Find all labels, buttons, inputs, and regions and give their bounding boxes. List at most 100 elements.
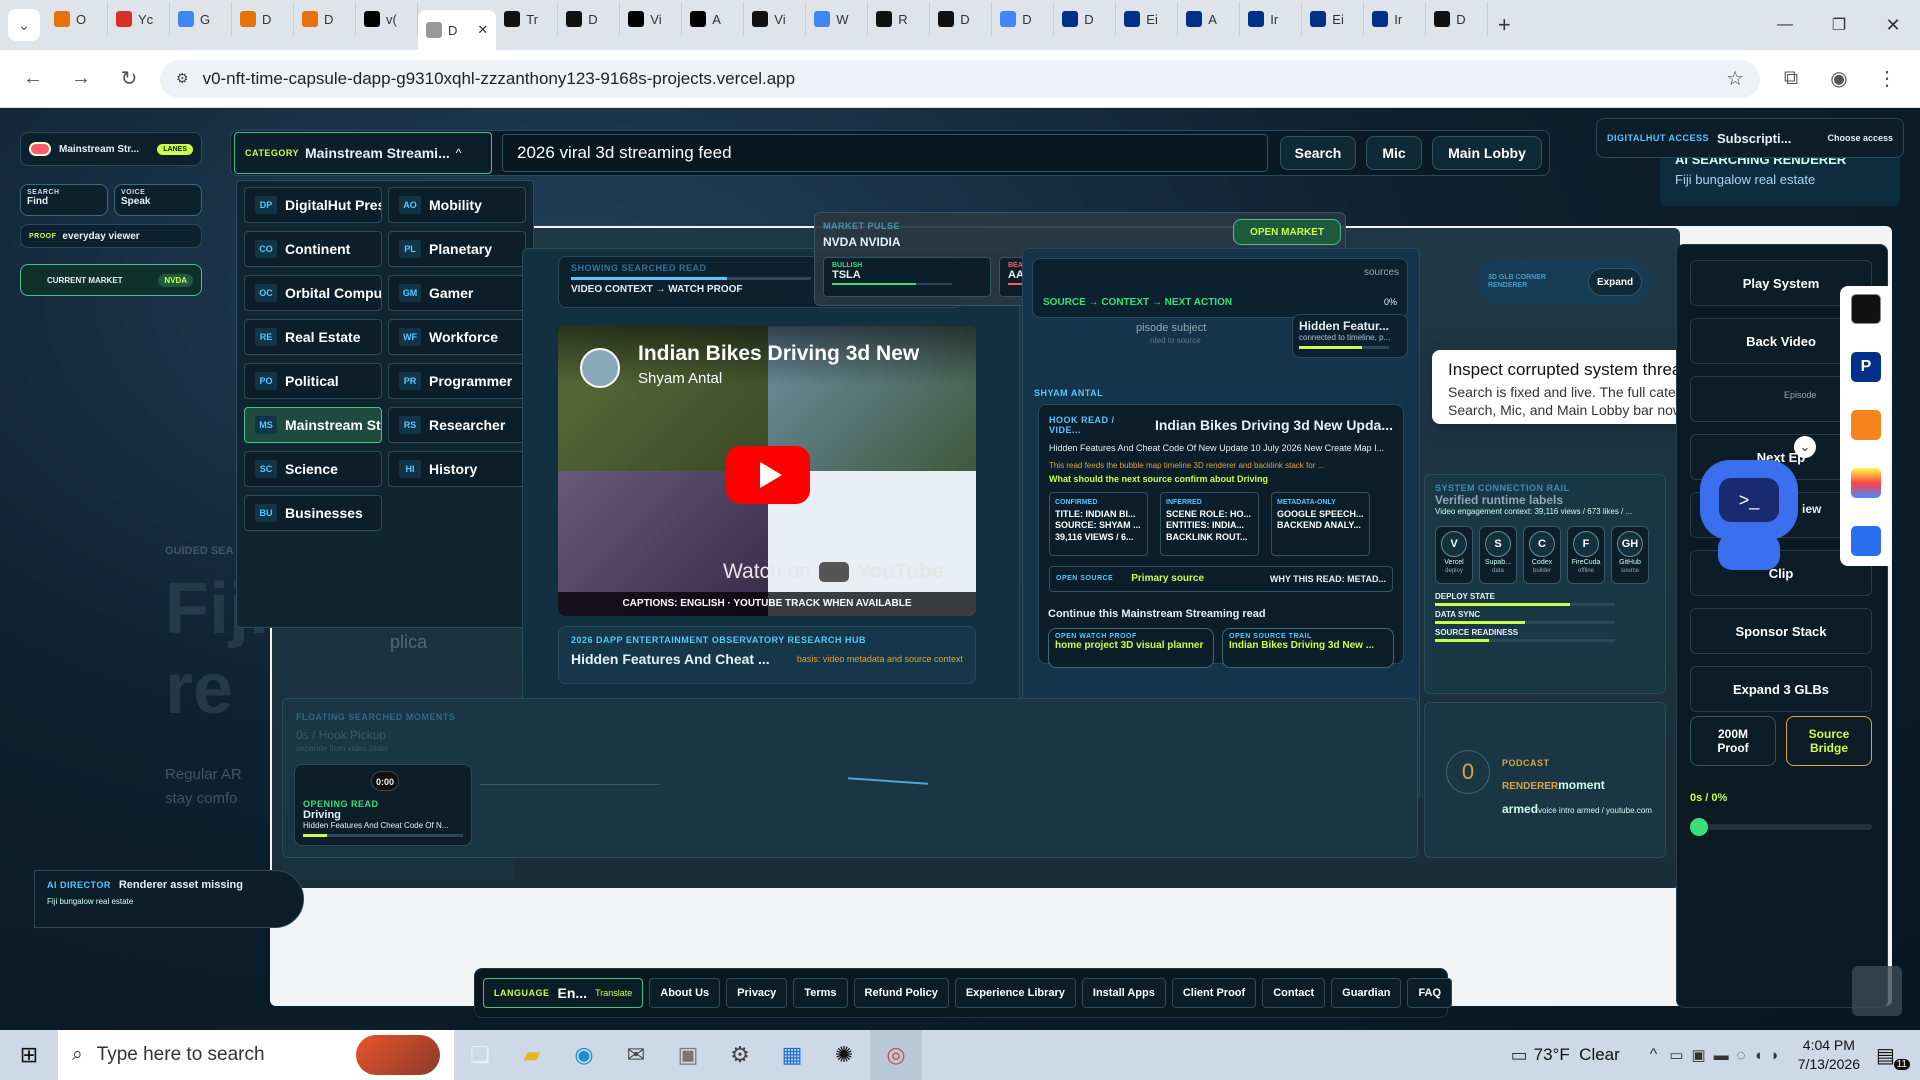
ai-app-icon[interactable]	[1851, 294, 1881, 324]
browser-menu-icon[interactable]: ⋮	[1870, 62, 1904, 96]
source-connector[interactable]: F FireCuda offline	[1567, 526, 1605, 584]
footer-link[interactable]: About Us	[649, 978, 721, 1008]
sidebar-action-button[interactable]: Expand 3 GLBs	[1690, 666, 1872, 712]
category-item[interactable]: WF Workforce	[388, 319, 526, 355]
category-item[interactable]: OC Orbital Comput	[244, 275, 382, 311]
profile-icon[interactable]: ◉	[1822, 62, 1856, 96]
category-item[interactable]: AO Mobility	[388, 187, 526, 223]
current-market[interactable]: CURRENT MARKET NVDA	[20, 264, 202, 296]
open-source-value[interactable]: Primary source	[1131, 573, 1204, 584]
bookmark-star-icon[interactable]: ☆	[1726, 66, 1744, 91]
task-view-icon[interactable]: ❏	[454, 1030, 506, 1080]
browser-tab[interactable]: D	[1426, 2, 1489, 36]
channel-avatar[interactable]	[580, 348, 620, 388]
observatory-hub[interactable]: 2026 DAPP ENTERTAINMENT OBSERVATORY RESE…	[558, 626, 976, 684]
youtube-title[interactable]: Indian Bikes Driving 3d New	[638, 342, 919, 366]
expand-glb-button[interactable]: Expand	[1588, 268, 1642, 296]
footer-link[interactable]: Install Apps	[1081, 978, 1166, 1008]
footer-link[interactable]: Contact	[1262, 978, 1326, 1008]
hidden-features-card[interactable]: Hidden Featur... connected to timeline, …	[1292, 314, 1408, 358]
browser-tab[interactable]: D	[558, 2, 621, 36]
metamask-icon[interactable]	[1851, 410, 1881, 440]
footer-link[interactable]: Privacy	[726, 978, 788, 1008]
browser-tab[interactable]: O	[46, 2, 108, 36]
ticker-card[interactable]: BULLISH TSLA	[823, 257, 991, 297]
browser-tab[interactable]: A	[1178, 2, 1241, 36]
browser-tab[interactable]: G	[170, 2, 232, 36]
back-button[interactable]: ←	[16, 62, 50, 96]
reload-button[interactable]: ↻	[112, 62, 146, 96]
store-icon[interactable]: ▦	[766, 1030, 818, 1080]
source-bridge-button[interactable]: Source Bridge	[1786, 716, 1872, 766]
windows-start-icon[interactable]: ⊞	[0, 1030, 58, 1080]
lane-header[interactable]: Mainstream Str... LANES	[20, 132, 202, 166]
new-tab-button[interactable]: +	[1488, 12, 1520, 38]
source-connector[interactable]: S Supab... data	[1479, 526, 1517, 584]
opening-read-card[interactable]: 0:00 OPENING READ Driving Hidden Feature…	[294, 764, 472, 846]
browser-tab[interactable]: Ir	[1364, 2, 1427, 36]
language-selector[interactable]: LANGUAGE En... Translate	[483, 978, 644, 1008]
wave-icon[interactable]	[1851, 526, 1881, 556]
browser-tab[interactable]: Tr	[496, 2, 559, 36]
browser-tab[interactable]: Vi	[620, 2, 683, 36]
category-item[interactable]: PL Planetary	[388, 231, 526, 267]
site-settings-icon[interactable]: ⚙	[176, 70, 189, 87]
source-trail-button[interactable]: OPEN SOURCE TRAIL Indian Bikes Driving 3…	[1222, 628, 1394, 668]
watch-proof-button[interactable]: OPEN WATCH PROOF home project 3D visual …	[1048, 628, 1214, 668]
mail-icon[interactable]: ✉	[610, 1030, 662, 1080]
tray-icons[interactable]: ▭▣▬◌◖◗	[1669, 1046, 1787, 1064]
category-item[interactable]: GM Gamer	[388, 275, 526, 311]
sidebar-slider-thumb[interactable]	[1690, 818, 1708, 836]
mascot-chevron-icon[interactable]: ⌄	[1794, 436, 1816, 458]
main-lobby-button[interactable]: Main Lobby	[1432, 136, 1542, 170]
browser-tab[interactable]: v(	[356, 2, 418, 36]
footer-link[interactable]: Client Proof	[1171, 978, 1257, 1008]
settings-gear-icon[interactable]: ⚙	[714, 1030, 766, 1080]
youtube-embed[interactable]: Indian Bikes Driving 3d New Shyam Antal …	[558, 326, 976, 616]
category-item[interactable]: BU Businesses	[244, 495, 382, 531]
tray-chevron-icon[interactable]: ^	[1650, 1046, 1658, 1064]
hook-title[interactable]: Indian Bikes Driving 3d New Upda...	[1155, 417, 1393, 433]
footer-link[interactable]: Terms	[793, 978, 848, 1008]
weather-icon[interactable]: ▭	[1511, 1045, 1528, 1066]
browser-tab[interactable]: Ei	[1116, 2, 1179, 36]
close-tab-icon[interactable]: ✕	[477, 22, 488, 38]
ai-director-pill[interactable]: AI DIRECTOR Renderer asset missing Fiji …	[34, 870, 304, 928]
browser-tab[interactable]: Yc	[108, 2, 170, 36]
browser-tab[interactable]: D	[992, 2, 1055, 36]
rainbow-icon[interactable]	[1851, 468, 1881, 498]
browser-tab[interactable]: Ir	[1240, 2, 1303, 36]
translate-link[interactable]: Translate	[595, 988, 632, 998]
browser-tab[interactable]: D ✕	[418, 10, 497, 50]
category-item[interactable]: RE Real Estate	[244, 319, 382, 355]
source-connector[interactable]: C Codex builder	[1523, 526, 1561, 584]
chatgpt-icon[interactable]: ✺	[818, 1030, 870, 1080]
footer-link[interactable]: Guardian	[1331, 978, 1402, 1008]
category-item[interactable]: MS Mainstream St	[244, 407, 382, 443]
browser-tab[interactable]: A	[682, 2, 745, 36]
category-item[interactable]: PR Programmer	[388, 363, 526, 399]
clock[interactable]: 4:04 PM 7/13/2026	[1798, 1036, 1860, 1074]
category-item[interactable]: DP DigitalHut Pres	[244, 187, 382, 223]
photos-icon[interactable]: ▣	[662, 1030, 714, 1080]
youtube-play-button[interactable]	[726, 446, 810, 504]
search-tile[interactable]: SEARCH Find	[20, 184, 108, 216]
minimize-button[interactable]: —	[1758, 16, 1812, 34]
notifications-icon[interactable]: ▤ 11	[1876, 1043, 1912, 1070]
podcast-glyph-circle[interactable]: 0	[1446, 750, 1490, 794]
window-close-button[interactable]: ✕	[1866, 15, 1920, 36]
footer-link[interactable]: FAQ	[1407, 978, 1453, 1008]
category-item[interactable]: SC Science	[244, 451, 382, 487]
watch-on-youtube[interactable]: Watch on YouTube	[723, 560, 944, 584]
sidebar-slider-track[interactable]	[1690, 824, 1872, 830]
tab-search-button[interactable]: ⌄	[8, 9, 40, 41]
category-item[interactable]: HI History	[388, 451, 526, 487]
corner-thumbnail[interactable]	[1852, 966, 1902, 1016]
open-market-button[interactable]: OPEN MARKET	[1233, 219, 1341, 245]
voice-tile[interactable]: VOICE Speak	[114, 184, 202, 216]
choose-access[interactable]: Choose access	[1827, 133, 1893, 143]
forward-button[interactable]: →	[64, 62, 98, 96]
file-explorer-icon[interactable]: ▰	[506, 1030, 558, 1080]
paypal-icon[interactable]: P	[1851, 352, 1881, 382]
proof-200m-button[interactable]: 200M Proof	[1690, 716, 1776, 766]
